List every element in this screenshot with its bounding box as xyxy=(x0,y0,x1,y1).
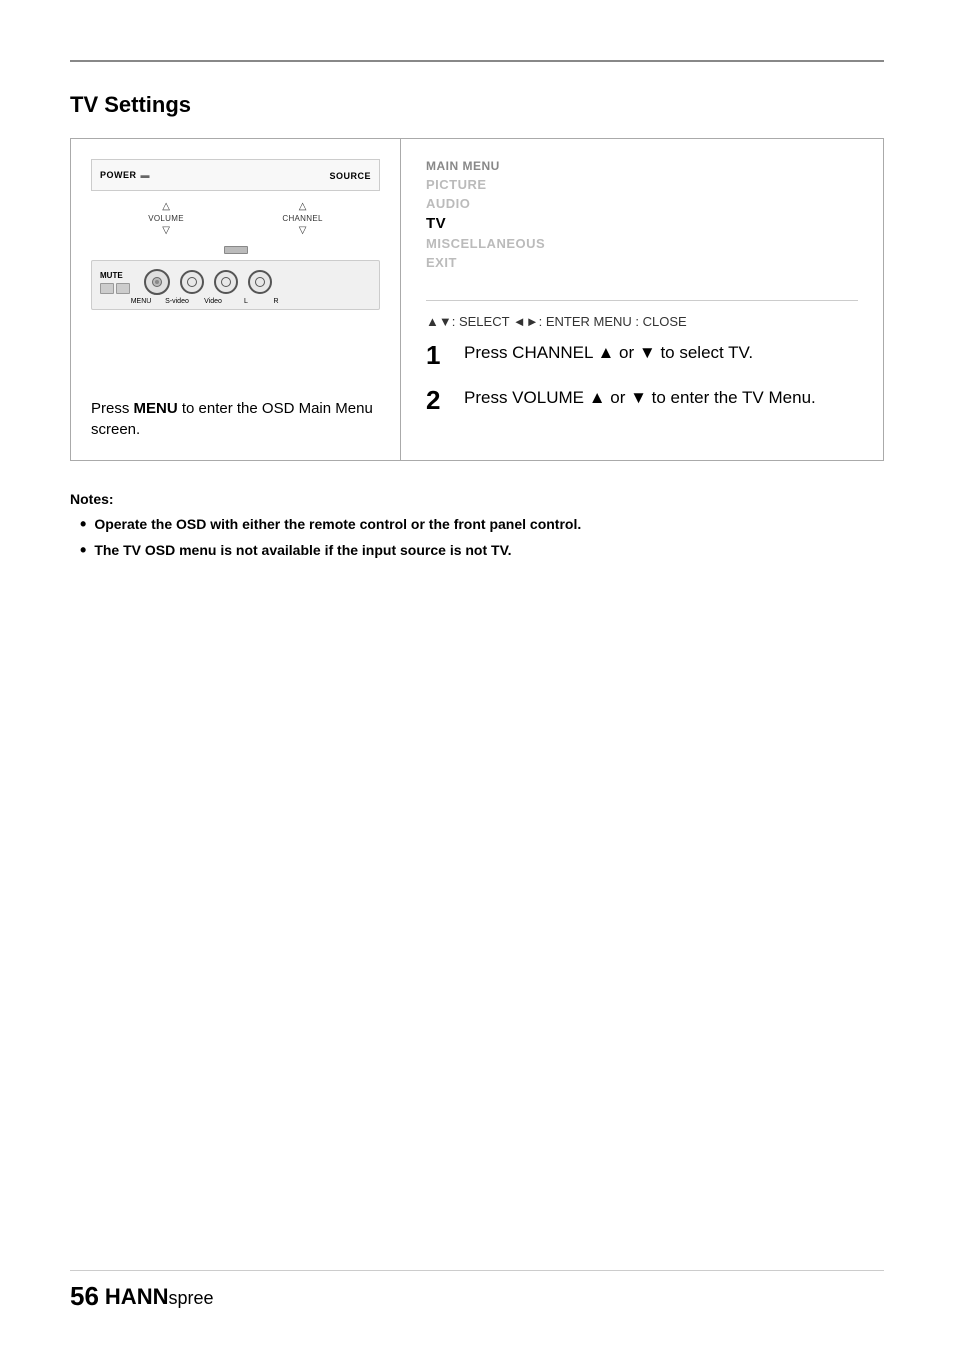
channel-group: △ CHANNEL ▽ xyxy=(282,201,322,236)
osd-item-miscellaneous: MISCELLANEOUS xyxy=(426,236,858,251)
notes-section: Notes: • Operate the OSD with either the… xyxy=(70,491,884,560)
power-group: POWER ▬ xyxy=(100,170,150,180)
mute-buttons xyxy=(100,283,130,294)
step-1-number: 1 xyxy=(426,341,454,370)
r-port-label: R xyxy=(266,298,286,305)
brand-hann: HANN xyxy=(105,1284,169,1309)
notes-title: Notes: xyxy=(70,491,884,507)
volume-down-arrow: ▽ xyxy=(162,225,170,236)
osd-menu: MAIN MENU PICTURE AUDIO TV MISCELLANEOUS… xyxy=(426,159,858,270)
nav-hint-container: ▲▼: SELECT ◄►: ENTER MENU : CLOSE xyxy=(426,300,858,331)
video-port-1 xyxy=(180,270,204,294)
device-diagram: POWER ▬ SOURCE △ VOLUME ▽ △ xyxy=(91,159,380,310)
note-text-1: Operate the OSD with either the remote c… xyxy=(94,515,581,535)
right-panel: MAIN MENU PICTURE AUDIO TV MISCELLANEOUS… xyxy=(401,139,883,460)
channel-down-arrow: ▽ xyxy=(299,225,307,236)
instruction-box: POWER ▬ SOURCE △ VOLUME ▽ △ xyxy=(70,138,884,461)
diag-port-labels: MENU S-video Video L R xyxy=(100,298,371,305)
volume-group: △ VOLUME ▽ xyxy=(148,201,184,236)
step-1: 1 Press CHANNEL ▲ or ▼ to select TV. xyxy=(426,341,858,370)
brand-spree: spree xyxy=(168,1288,213,1308)
note-item-1: • Operate the OSD with either the remote… xyxy=(70,515,884,535)
diag-mid-row: △ VOLUME ▽ △ CHANNEL ▽ xyxy=(91,197,380,240)
joystick-inner xyxy=(152,277,162,287)
note-text-2: The TV OSD menu is not available if the … xyxy=(94,541,511,561)
diag-bottom-row: MUTE xyxy=(91,260,380,310)
brand-name: HANNspree xyxy=(105,1284,214,1310)
steps-area: 1 Press CHANNEL ▲ or ▼ to select TV. 2 P… xyxy=(426,331,858,440)
page-footer: 56 HANNspree xyxy=(70,1270,884,1312)
osd-nav-hint: ▲▼: SELECT ◄►: ENTER MENU : CLOSE xyxy=(426,299,687,329)
page-number: 56 xyxy=(70,1281,99,1312)
step-2-text: Press VOLUME ▲ or ▼ to enter the TV Menu… xyxy=(464,386,816,410)
power-label: POWER xyxy=(100,170,137,180)
bullet-2: • xyxy=(80,541,86,559)
volume-up-arrow: △ xyxy=(162,201,170,212)
channel-up-arrow: △ xyxy=(299,201,307,212)
nav-center-row xyxy=(91,246,380,254)
section-title: TV Settings xyxy=(70,92,884,118)
video-port-3 xyxy=(248,270,272,294)
note-item-2: • The TV OSD menu is not available if th… xyxy=(70,541,884,561)
left-panel: POWER ▬ SOURCE △ VOLUME ▽ △ xyxy=(71,139,401,460)
bullet-1: • xyxy=(80,515,86,533)
press-menu-text: Press MENU to enter the OSD Main Menu sc… xyxy=(91,398,380,440)
osd-item-picture: PICTURE xyxy=(426,177,858,192)
step-2: 2 Press VOLUME ▲ or ▼ to enter the TV Me… xyxy=(426,386,858,415)
osd-item-exit: EXIT xyxy=(426,255,858,270)
source-label: SOURCE xyxy=(329,171,371,181)
joystick-button xyxy=(144,269,170,295)
top-rule xyxy=(70,60,884,62)
mute-label: MUTE xyxy=(100,271,130,280)
menu-port-label: MENU xyxy=(128,298,154,305)
diag-bottom-icons: MUTE xyxy=(100,269,371,295)
osd-item-tv: TV xyxy=(426,215,858,232)
page-container: TV Settings POWER ▬ SOURCE xyxy=(0,0,954,1352)
power-icon: ▬ xyxy=(141,170,150,180)
mute-section: MUTE xyxy=(100,271,130,294)
joystick-center xyxy=(155,280,159,284)
channel-label: CHANNEL xyxy=(282,214,322,223)
step-2-number: 2 xyxy=(426,386,454,415)
video-port-label: Video xyxy=(200,298,226,305)
video-port-1-inner xyxy=(187,277,197,287)
source-group: SOURCE xyxy=(329,166,371,184)
video-port-2 xyxy=(214,270,238,294)
diag-top-row: POWER ▬ SOURCE xyxy=(91,159,380,191)
volume-label: VOLUME xyxy=(148,214,184,223)
step-1-text: Press CHANNEL ▲ or ▼ to select TV. xyxy=(464,341,753,365)
video-port-3-inner xyxy=(255,277,265,287)
mute-btn-1 xyxy=(100,283,114,294)
l-port-label: L xyxy=(236,298,256,305)
svideo-port-label: S-video xyxy=(164,298,190,305)
mute-btn-2 xyxy=(116,283,130,294)
osd-item-audio: AUDIO xyxy=(426,196,858,211)
osd-item-main-menu: MAIN MENU xyxy=(426,159,858,173)
menu-keyword: MENU xyxy=(134,400,178,417)
video-port-2-inner xyxy=(221,277,231,287)
nav-rect xyxy=(224,246,248,254)
